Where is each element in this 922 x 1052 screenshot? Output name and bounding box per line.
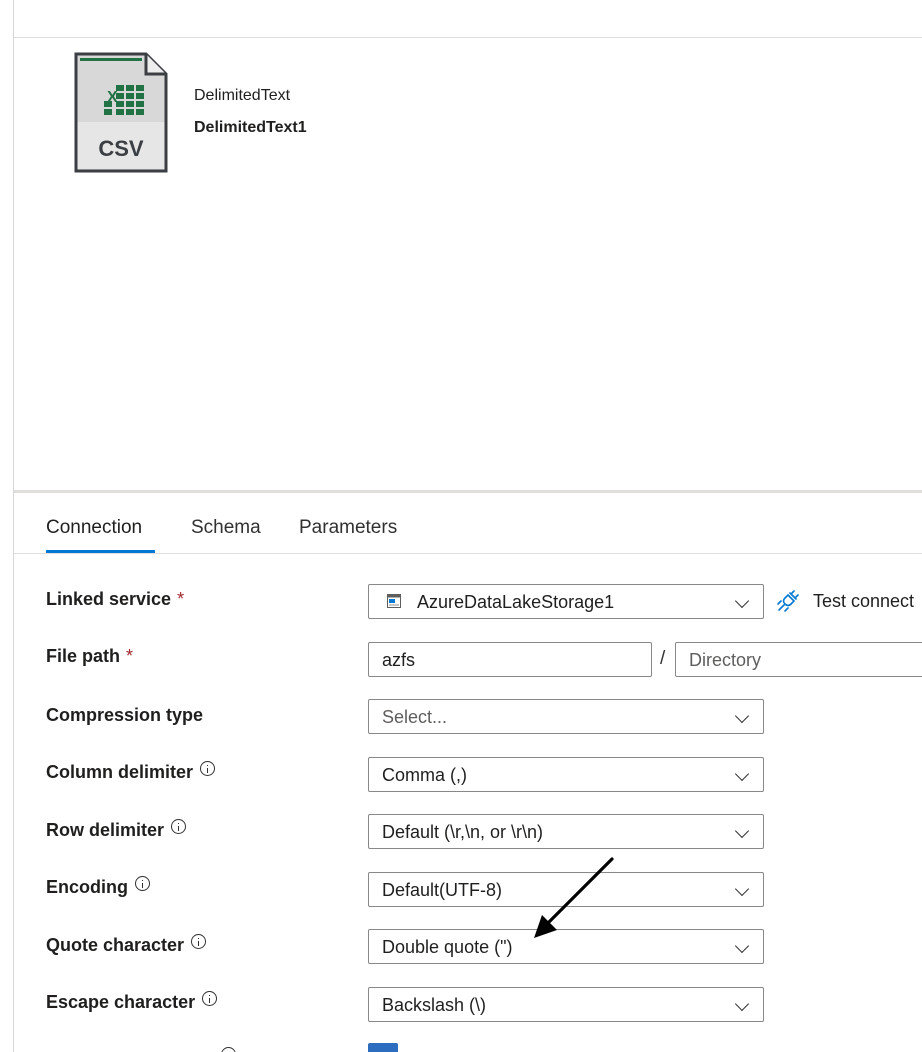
active-tab-indicator — [46, 550, 155, 553]
column-delimiter-value: Comma (,) — [382, 765, 467, 785]
file-path-container-input[interactable]: azfs — [368, 642, 652, 677]
escape-character-select[interactable]: Backslash (\) — [368, 987, 764, 1022]
required-marker: * — [177, 589, 185, 609]
chevron-down-icon — [734, 708, 750, 724]
checkbox[interactable] — [368, 1043, 398, 1052]
encoding-label-row: Encoding — [46, 876, 150, 898]
chevron-down-icon — [734, 823, 750, 839]
quote-character-value: Double quote (") — [382, 937, 513, 957]
chevron-down-icon — [734, 938, 750, 954]
dataset-name[interactable]: DelimitedText1 — [194, 119, 307, 137]
column-delimiter-select[interactable]: Comma (,) — [368, 757, 764, 792]
storage-account-icon — [387, 594, 401, 608]
directory-placeholder: Directory — [689, 650, 762, 670]
encoding-value: Default(UTF-8) — [382, 880, 503, 900]
info-icon[interactable] — [135, 876, 150, 891]
column-delimiter-label: Column delimiter — [46, 762, 194, 782]
escape-character-value: Backslash (\) — [382, 995, 487, 1015]
test-connection-label: Test connect — [813, 590, 915, 611]
compression-type-label-row: Compression type — [46, 705, 203, 726]
csv-badge-text: CSV — [98, 136, 144, 161]
path-separator: / — [660, 648, 666, 669]
file-path-directory-input[interactable]: Directory — [675, 642, 922, 677]
column-delimiter-label-row: Column delimiter — [46, 761, 216, 783]
plug-connection-icon — [777, 590, 799, 612]
chevron-down-icon — [734, 881, 750, 897]
info-icon[interactable] — [171, 819, 187, 834]
info-icon[interactable] — [200, 761, 216, 776]
linked-service-label-row: Linked service * — [46, 589, 184, 610]
info-icon[interactable] — [202, 991, 218, 1006]
info-icon[interactable] — [221, 1047, 236, 1052]
tab-schema[interactable]: Schema — [191, 517, 261, 539]
file-path-label: File path — [46, 646, 121, 666]
dataset-type-label: DelimitedText — [194, 87, 291, 104]
escape-character-label: Escape character — [46, 992, 196, 1012]
linked-service-select[interactable]: AzureDataLakeStorage1 — [368, 584, 764, 619]
compression-type-select[interactable]: Select... — [368, 699, 764, 734]
dataset-editor: X CSV DelimitedText DelimitedText1 Conne… — [0, 0, 922, 1052]
compression-type-label: Compression type — [46, 705, 204, 725]
file-path-label-row: File path * — [46, 646, 133, 667]
row-delimiter-label: Row delimiter — [46, 820, 165, 840]
chevron-down-icon — [734, 996, 750, 1012]
csv-file-icon[interactable]: X CSV — [74, 52, 168, 173]
row-delimiter-label-row: Row delimiter — [46, 819, 187, 841]
linked-service-label: Linked service — [46, 589, 172, 609]
chevron-down-icon — [734, 593, 750, 609]
tab-parameters[interactable]: Parameters — [299, 517, 397, 539]
info-icon[interactable] — [191, 934, 207, 949]
required-marker: * — [126, 646, 134, 666]
escape-character-label-row: Escape character — [46, 991, 218, 1013]
annotation-arrow-icon — [534, 857, 614, 938]
file-path-container-value: azfs — [382, 650, 416, 670]
chevron-down-icon — [734, 766, 750, 782]
quote-character-label: Quote character — [46, 935, 185, 955]
row-delimiter-value: Default (\r,\n, or \r\n) — [382, 822, 544, 842]
top-toolbar — [14, 0, 922, 38]
linked-service-value: AzureDataLakeStorage1 — [417, 592, 615, 612]
row-delimiter-select[interactable]: Default (\r,\n, or \r\n) — [368, 814, 764, 849]
quote-character-label-row: Quote character — [46, 934, 207, 956]
compression-type-placeholder: Select... — [382, 707, 448, 727]
encoding-label: Encoding — [46, 877, 128, 897]
tab-connection[interactable]: Connection — [46, 517, 142, 539]
test-connection-button[interactable]: Test connect — [775, 586, 914, 616]
tab-bar: Connection Schema Parameters — [14, 493, 922, 554]
